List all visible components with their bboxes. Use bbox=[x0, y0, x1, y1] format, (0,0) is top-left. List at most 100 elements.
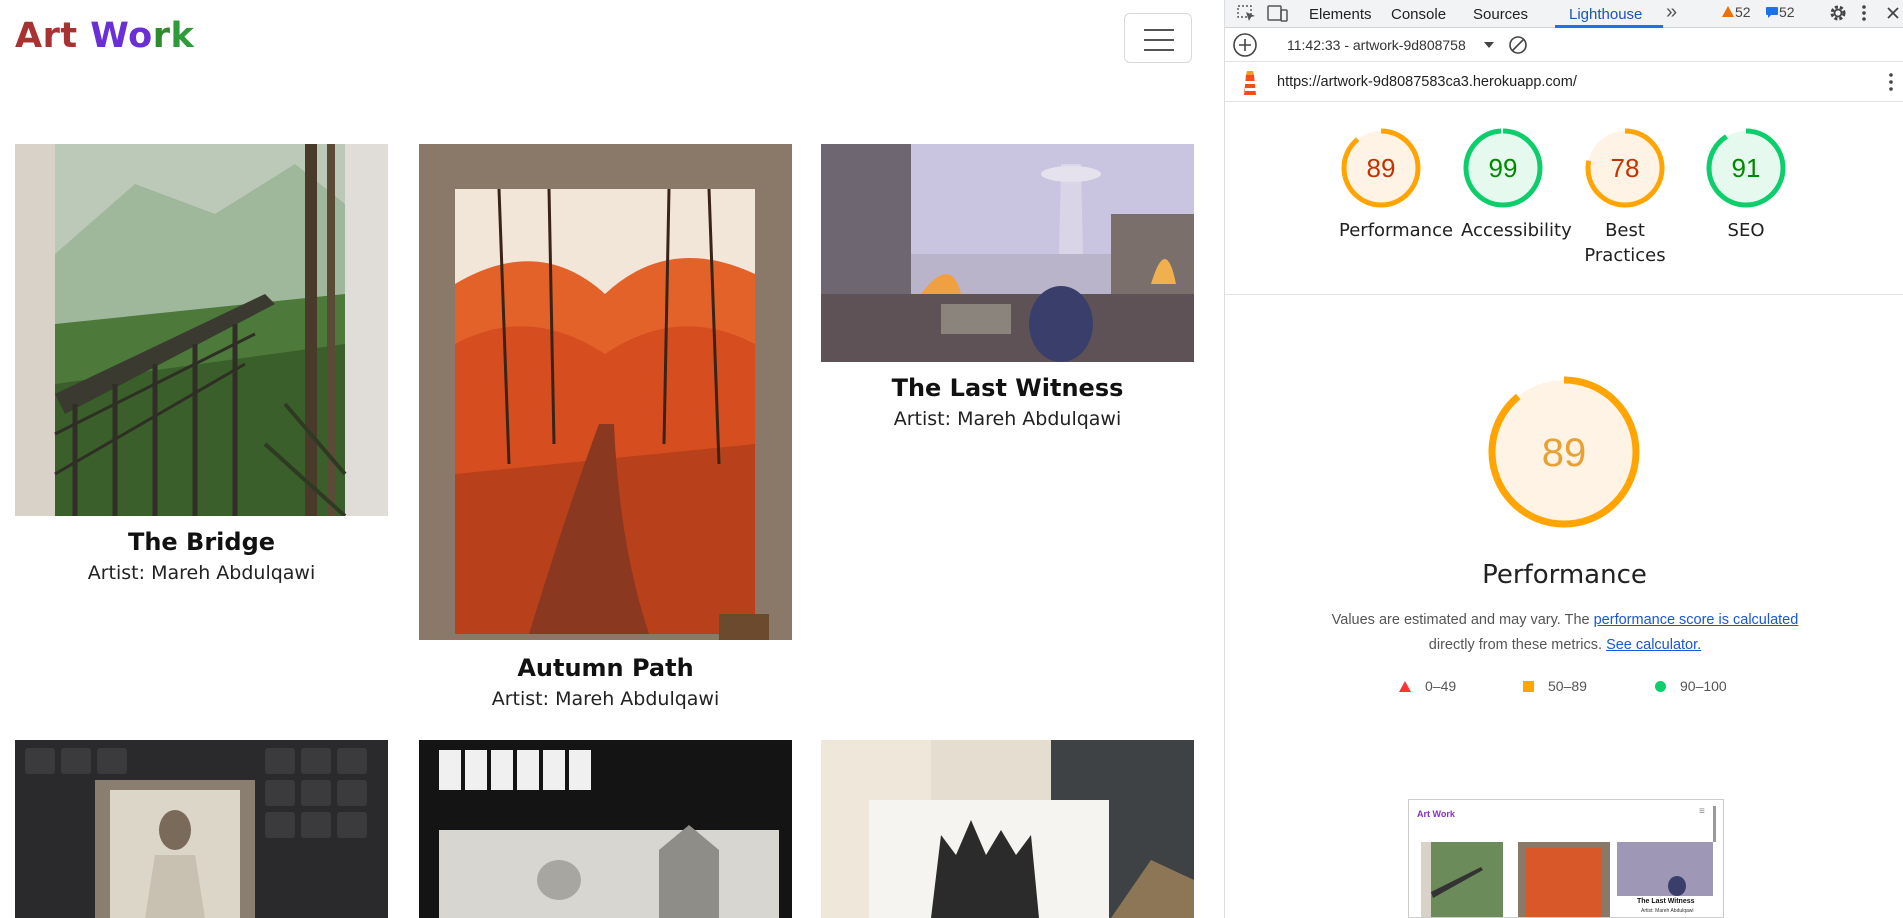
crown-sketch-photo bbox=[821, 740, 1194, 918]
message-icon bbox=[1766, 7, 1778, 18]
keyboard-sketch-photo bbox=[15, 740, 388, 918]
note-text: Values are estimated and may vary. The bbox=[1331, 612, 1594, 628]
fail-triangle-icon bbox=[1399, 681, 1411, 692]
svg-text:89: 89 bbox=[1542, 431, 1587, 475]
artwork-artist: Artist: Mareh Abdulqawi bbox=[87, 562, 316, 584]
website-viewport: Art Work The Bridge Artist: Mareh Abdulq… bbox=[0, 0, 1200, 918]
kebab-menu-icon[interactable] bbox=[1861, 4, 1867, 22]
lighthouse-report-bar: 11:42:33 - artwork-9d808758 bbox=[1225, 28, 1903, 62]
gauge-label: Performance bbox=[1339, 220, 1454, 241]
legend-pass: 90–100 bbox=[1655, 678, 1727, 694]
dropdown-caret-icon[interactable] bbox=[1484, 42, 1494, 48]
thumb-autumn-image bbox=[1518, 842, 1610, 917]
thumb-caption: The Last Witness bbox=[1637, 898, 1695, 905]
device-toolbar-icon[interactable] bbox=[1267, 5, 1289, 23]
gauge-label: Best Practices bbox=[1584, 220, 1666, 266]
messages-count: 52 bbox=[1779, 4, 1795, 20]
gauge-label: Accessibility bbox=[1461, 220, 1572, 241]
artwork-artist: Artist: Mareh Abdulqawi bbox=[893, 408, 1122, 430]
report-url[interactable]: https://artwork-9d8087583ca3.herokuapp.c… bbox=[1277, 74, 1577, 90]
score-ring-large: 89 bbox=[1488, 376, 1640, 528]
devtools-toolbar: Elements Console Sources Lighthouse » 52… bbox=[1225, 0, 1903, 28]
artwork-card[interactable]: The Bridge Artist: Mareh Abdulqawi bbox=[15, 144, 388, 594]
inspect-element-icon[interactable] bbox=[1237, 5, 1257, 23]
report-selector[interactable]: 11:42:33 - artwork-9d808758 bbox=[1287, 37, 1466, 53]
artwork-title[interactable]: Autumn Path bbox=[419, 654, 792, 682]
new-report-plus-icon[interactable] bbox=[1232, 32, 1258, 58]
artwork-card[interactable] bbox=[15, 740, 388, 918]
performance-heading: Performance bbox=[1482, 560, 1647, 590]
settings-gear-icon[interactable] bbox=[1828, 3, 1848, 23]
artwork-card[interactable] bbox=[419, 740, 792, 918]
legend-label: 50–89 bbox=[1548, 678, 1587, 694]
tab-lighthouse[interactable]: Lighthouse bbox=[1569, 6, 1642, 23]
thumb-bridge-image bbox=[1421, 842, 1503, 917]
bridge-painting bbox=[15, 144, 388, 516]
gauge-best-practices[interactable]: 78 Best Practices bbox=[1583, 126, 1667, 268]
final-screenshot-thumbnail[interactable]: Art Work ≡ The Last Witness Artist: Mare… bbox=[1408, 799, 1724, 918]
lighthouse-logo-icon bbox=[1244, 71, 1256, 95]
artwork-title[interactable]: The Last Witness bbox=[821, 374, 1194, 402]
hamburger-line bbox=[1144, 49, 1174, 51]
thumb-menu-icon: ≡ bbox=[1699, 806, 1705, 817]
artwork-image[interactable] bbox=[419, 144, 792, 640]
thumb-logo: Art Work bbox=[1417, 809, 1455, 819]
svg-text:91: 91 bbox=[1732, 153, 1761, 183]
gauge-label: SEO bbox=[1727, 220, 1765, 241]
tab-elements[interactable]: Elements bbox=[1309, 6, 1372, 23]
score-ring: 78 bbox=[1585, 128, 1665, 208]
score-calculation-link[interactable]: performance score is calculated bbox=[1594, 612, 1799, 628]
devtools-panel: Elements Console Sources Lighthouse » 52… bbox=[1224, 0, 1903, 918]
navbar-toggle-button[interactable] bbox=[1124, 13, 1192, 63]
artwork-title[interactable]: The Bridge bbox=[15, 528, 388, 556]
artwork-image[interactable] bbox=[821, 740, 1194, 918]
thumb-scrollbar bbox=[1713, 806, 1716, 842]
artwork-image[interactable] bbox=[15, 144, 388, 516]
artwork-card[interactable] bbox=[821, 740, 1194, 918]
legend-fail: 0–49 bbox=[1399, 678, 1456, 694]
average-square-icon bbox=[1523, 681, 1534, 692]
hamburger-line bbox=[1144, 39, 1174, 41]
score-ring: 89 bbox=[1341, 128, 1421, 208]
more-tabs-chevron-icon[interactable]: » bbox=[1666, 1, 1677, 24]
clear-reports-icon[interactable] bbox=[1508, 35, 1528, 55]
legend-label: 90–100 bbox=[1680, 678, 1727, 694]
last-witness-painting bbox=[821, 144, 1194, 362]
score-ring: 91 bbox=[1706, 128, 1786, 208]
logo-part: Art bbox=[15, 16, 78, 56]
gauge-seo[interactable]: 91 SEO bbox=[1704, 126, 1788, 243]
artwork-card[interactable]: Autumn Path Artist: Mareh Abdulqawi bbox=[419, 144, 792, 714]
artwork-image[interactable] bbox=[15, 740, 388, 918]
legend-average: 50–89 bbox=[1523, 678, 1587, 694]
performance-main-gauge: 89 bbox=[1487, 375, 1641, 534]
piano-sketch-photo bbox=[419, 740, 792, 918]
gauge-accessibility[interactable]: 99 Accessibility bbox=[1461, 126, 1572, 243]
gauge-performance[interactable]: 89 Performance bbox=[1339, 126, 1454, 243]
hamburger-line bbox=[1144, 29, 1174, 31]
warnings-badge[interactable]: 52 bbox=[1721, 4, 1751, 20]
logo-part: k bbox=[170, 16, 195, 56]
close-devtools-icon[interactable] bbox=[1886, 6, 1900, 20]
site-logo[interactable]: Art Work bbox=[15, 16, 194, 56]
thumb-artist: Artist: Mareh Abdulqawi bbox=[1641, 908, 1694, 914]
artwork-image[interactable] bbox=[419, 740, 792, 918]
svg-text:99: 99 bbox=[1489, 153, 1518, 183]
logo-space bbox=[78, 16, 91, 56]
pass-circle-icon bbox=[1655, 681, 1666, 692]
artwork-card[interactable]: The Last Witness Artist: Mareh Abdulqawi bbox=[821, 144, 1194, 434]
tab-sources[interactable]: Sources bbox=[1473, 6, 1528, 23]
autumn-path-painting bbox=[419, 144, 792, 640]
tab-console[interactable]: Console bbox=[1391, 6, 1446, 23]
legend-label: 0–49 bbox=[1425, 678, 1457, 694]
svg-text:78: 78 bbox=[1611, 153, 1640, 183]
artwork-image[interactable] bbox=[821, 144, 1194, 362]
score-ring: 99 bbox=[1463, 128, 1543, 208]
see-calculator-link[interactable]: See calculator. bbox=[1606, 637, 1701, 653]
category-scores: 89 Performance 99 Accessibility 78 Best … bbox=[1225, 102, 1903, 295]
messages-badge[interactable]: 52 bbox=[1765, 4, 1795, 20]
report-menu-icon[interactable] bbox=[1888, 72, 1894, 92]
warnings-count: 52 bbox=[1735, 4, 1751, 20]
artwork-artist: Artist: Mareh Abdulqawi bbox=[491, 688, 720, 710]
svg-text:89: 89 bbox=[1367, 153, 1396, 183]
report-url-bar: https://artwork-9d8087583ca3.herokuapp.c… bbox=[1225, 62, 1903, 102]
